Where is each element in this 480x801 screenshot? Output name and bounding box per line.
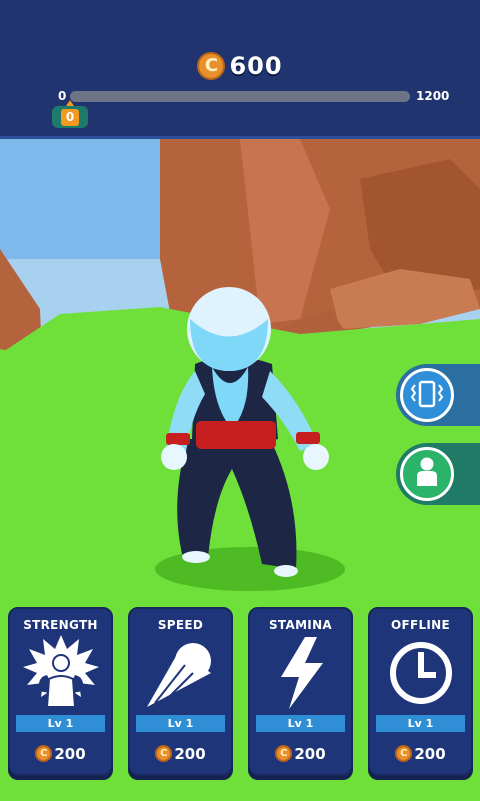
progress-current-label: 0 (61, 109, 79, 126)
vibration-button-circle (400, 368, 454, 422)
character-button-circle (400, 447, 454, 501)
card-cost-value: 200 (414, 744, 446, 763)
card-cost: 200 (10, 743, 111, 763)
upgrade-card-offline[interactable]: OFFLINE Lv 1 200 (368, 607, 473, 776)
progress-bar (70, 91, 410, 102)
comet-icon (146, 643, 211, 707)
progress-max-label: 1200 (416, 89, 450, 103)
card-level-bar: Lv 1 (16, 715, 105, 732)
card-icon-container (250, 633, 351, 721)
coin-amount: 600 (229, 52, 283, 80)
coin-counter: 600 (0, 52, 480, 80)
card-cost: 200 (130, 743, 231, 763)
card-title: SPEED (157, 618, 204, 632)
card-cost-value: 200 (294, 744, 326, 763)
top-hud: 600 0 1200 0 (0, 0, 480, 139)
muscle-power-icon (22, 635, 99, 708)
character-button[interactable] (396, 443, 480, 505)
marker-pointer-icon (66, 100, 74, 106)
progress-marker: 0 (52, 100, 88, 128)
lightning-bolt-icon (280, 637, 323, 709)
card-level-bar: Lv 1 (256, 715, 345, 732)
coin-icon (275, 745, 293, 762)
card-icon-container (130, 633, 231, 721)
upgrade-card-speed[interactable]: SPEED Lv 1 200 (128, 607, 233, 776)
upgrade-card-stamina[interactable]: STAMINA Lv 1 200 (248, 607, 353, 776)
character-icon (417, 457, 437, 486)
coin-icon (35, 745, 53, 762)
card-cost: 200 (250, 743, 351, 763)
card-cost: 200 (370, 743, 471, 763)
clock-icon (389, 642, 452, 704)
vibration-phone-icon (410, 380, 444, 408)
card-level-bar: Lv 1 (136, 715, 225, 732)
vibration-toggle-button[interactable] (396, 364, 480, 426)
card-title: OFFLINE (390, 618, 451, 632)
card-title: STAMINA (268, 618, 333, 632)
coin-icon (155, 745, 173, 762)
card-icon-container (10, 633, 111, 721)
coin-icon (395, 745, 413, 762)
card-icon-container (370, 633, 471, 721)
card-title: STRENGTH (23, 618, 98, 632)
card-cost-value: 200 (174, 744, 206, 763)
upgrade-card-strength[interactable]: STRENGTH Lv 1 200 (8, 607, 113, 776)
card-cost-value: 200 (54, 744, 86, 763)
coin-icon (197, 52, 226, 80)
card-level-bar: Lv 1 (376, 715, 465, 732)
